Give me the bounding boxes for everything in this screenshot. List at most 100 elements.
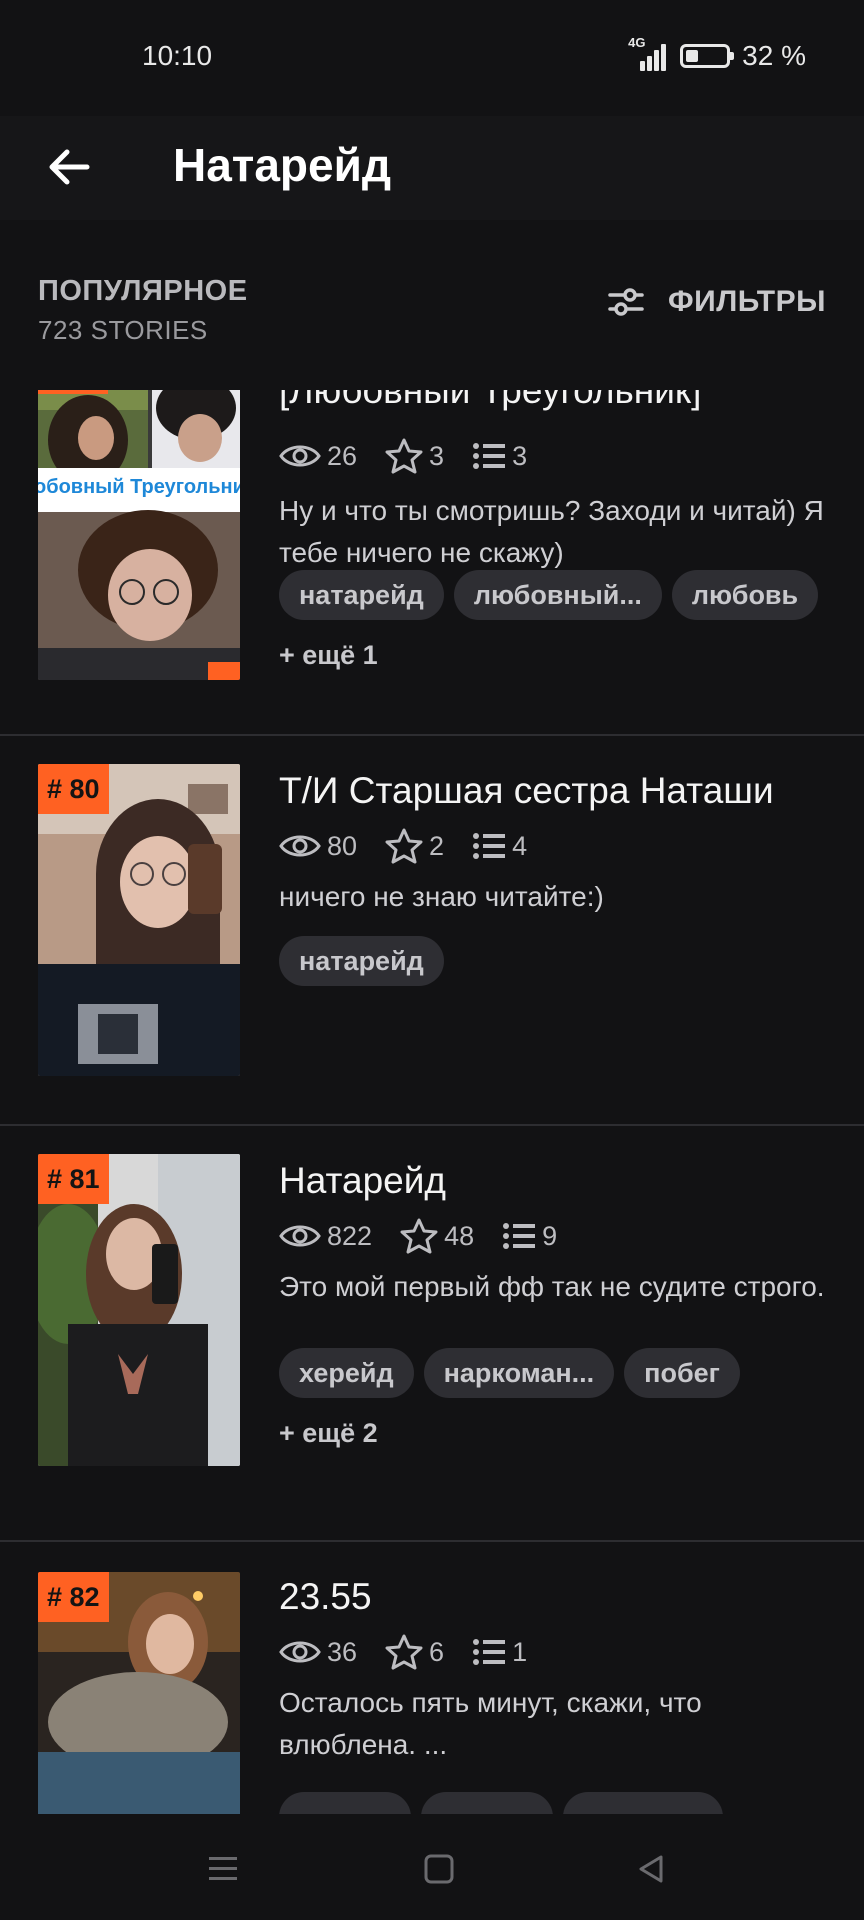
parts-stat: 1 — [472, 1637, 527, 1668]
parts-count: 4 — [512, 830, 528, 861]
star-icon — [385, 828, 423, 864]
more-tags-link[interactable]: + ещё 2 — [279, 1418, 378, 1449]
tag-chip[interactable] — [279, 1792, 411, 1814]
tag-chip[interactable] — [563, 1792, 723, 1814]
story-cover[interactable]: # 82 — [38, 1572, 240, 1814]
votes-count: 48 — [444, 1220, 475, 1251]
votes-count: 3 — [429, 440, 445, 471]
arrow-left-icon — [49, 149, 90, 185]
menu-icon — [209, 1857, 237, 1880]
tag-list: натарейд — [279, 936, 444, 986]
rank-badge: # 81 — [38, 1154, 109, 1204]
story-stats: 80 2 4 — [279, 828, 555, 864]
system-back-button[interactable] — [626, 1844, 676, 1894]
status-bar: 10:10 4G 32 % — [0, 0, 864, 116]
story-cover[interactable]: обовный Треугольни — [38, 390, 240, 680]
views-stat: 80 — [279, 831, 357, 862]
votes-stat: 2 — [385, 828, 444, 864]
star-icon — [385, 1634, 423, 1670]
recent-apps-button[interactable] — [198, 1844, 248, 1894]
eye-icon — [279, 1641, 321, 1663]
tag-chip[interactable]: побег — [624, 1348, 740, 1398]
views-stat: 36 — [279, 1637, 357, 1668]
back-button[interactable] — [38, 136, 100, 198]
list-subheader: ПОПУЛЯРНОЕ 723 STORIES ФИЛЬТРЫ — [0, 220, 864, 390]
views-count: 80 — [327, 830, 358, 861]
story-card[interactable]: # 80 Т/И Старшая сестра Наташи 80 2 4 ни… — [0, 736, 864, 1126]
signal-icon: 4G — [628, 35, 668, 71]
list-icon — [473, 443, 506, 469]
tag-list: натарейд любовный... любовь — [279, 570, 819, 620]
story-description: Ну и что ты смотришь? Заходи и читай) Я … — [279, 495, 824, 568]
sort-label: ПОПУЛЯРНОЕ — [38, 275, 248, 307]
story-cover[interactable]: # 81 — [38, 1154, 240, 1466]
parts-count: 1 — [512, 1636, 528, 1667]
story-card[interactable]: обовный Треугольни [Любовный Треугольник… — [0, 390, 864, 740]
story-count: 723 STORIES — [38, 315, 208, 345]
votes-count: 6 — [429, 1636, 445, 1667]
home-button[interactable] — [414, 1844, 464, 1894]
list-icon — [473, 833, 506, 859]
status-time: 10:10 — [142, 40, 213, 71]
story-stats: 36 6 1 — [279, 1634, 555, 1670]
square-icon — [424, 1854, 454, 1884]
story-title[interactable]: Т/И Старшая сестра Наташи — [279, 770, 774, 812]
filters-label: ФИЛЬТРЫ — [668, 285, 826, 318]
story-stats: 822 48 9 — [279, 1218, 585, 1254]
status-indicators: 4G 32 % — [628, 35, 806, 72]
list-icon — [503, 1223, 536, 1249]
eye-icon — [279, 835, 321, 857]
rank-badge: # 80 — [38, 764, 109, 814]
story-title[interactable]: [Любовный Треугольник] — [279, 390, 701, 412]
parts-count: 3 — [512, 440, 528, 471]
system-nav-bar — [0, 1814, 864, 1920]
story-title[interactable]: 23.55 — [279, 1576, 372, 1618]
story-stats: 26 3 3 — [279, 438, 555, 474]
tag-chip[interactable] — [421, 1792, 553, 1814]
tag-chip[interactable]: натарейд — [279, 936, 444, 986]
network-type: 4G — [628, 35, 646, 50]
story-title[interactable]: Натарейд — [279, 1160, 446, 1202]
filters-button[interactable]: ФИЛЬТРЫ — [608, 285, 826, 319]
views-stat: 26 — [279, 441, 357, 472]
votes-stat: 3 — [385, 438, 444, 474]
story-card[interactable]: # 82 23.55 36 6 1 Осталось пять минут, с… — [0, 1542, 864, 1814]
rank-badge: # 82 — [38, 1572, 109, 1622]
eye-icon — [279, 445, 321, 467]
tag-list — [279, 1792, 723, 1814]
tag-chip[interactable]: любовь — [671, 570, 819, 620]
star-icon — [400, 1218, 438, 1254]
parts-stat: 3 — [472, 441, 527, 472]
list-icon — [473, 1639, 506, 1665]
story-description: ничего не знаю читайте:) — [279, 881, 604, 912]
votes-stat: 6 — [385, 1634, 444, 1670]
views-count: 36 — [327, 1636, 358, 1667]
battery-percent: 32 % — [742, 40, 806, 71]
votes-count: 2 — [429, 830, 445, 861]
tag-chip[interactable]: любовный... — [453, 570, 662, 620]
parts-count: 9 — [542, 1220, 558, 1251]
views-count: 822 — [327, 1220, 373, 1251]
tag-list: херейд наркоман... побег — [279, 1348, 740, 1398]
tag-chip[interactable]: херейд — [279, 1348, 414, 1398]
parts-stat: 4 — [472, 831, 527, 862]
sliders-icon — [608, 288, 644, 316]
story-cover[interactable]: # 80 — [38, 764, 240, 1076]
page-title: Натарейд — [173, 139, 392, 191]
cover-text: обовный Треугольни — [38, 476, 240, 498]
views-stat: 822 — [279, 1221, 372, 1252]
app-bar: Натарейд — [0, 116, 864, 220]
story-list[interactable]: обовный Треугольни [Любовный Треугольник… — [0, 390, 864, 1814]
triangle-back-icon — [639, 1855, 663, 1883]
story-card[interactable]: # 81 Натарейд 822 48 9 Это мой первый фф… — [0, 1126, 864, 1546]
parts-stat: 9 — [502, 1221, 557, 1252]
tag-chip[interactable]: натарейд — [279, 570, 444, 620]
views-count: 26 — [327, 440, 358, 471]
more-tags-link[interactable]: + ещё 1 — [279, 640, 378, 671]
story-description: Это мой первый фф так не судите строго. — [279, 1271, 825, 1302]
eye-icon — [279, 1225, 321, 1247]
votes-stat: 48 — [400, 1218, 474, 1254]
story-description: Осталось пять минут, скажи, что влюблена… — [279, 1687, 702, 1760]
tag-chip[interactable]: наркоман... — [423, 1348, 615, 1398]
battery-icon — [680, 44, 735, 68]
